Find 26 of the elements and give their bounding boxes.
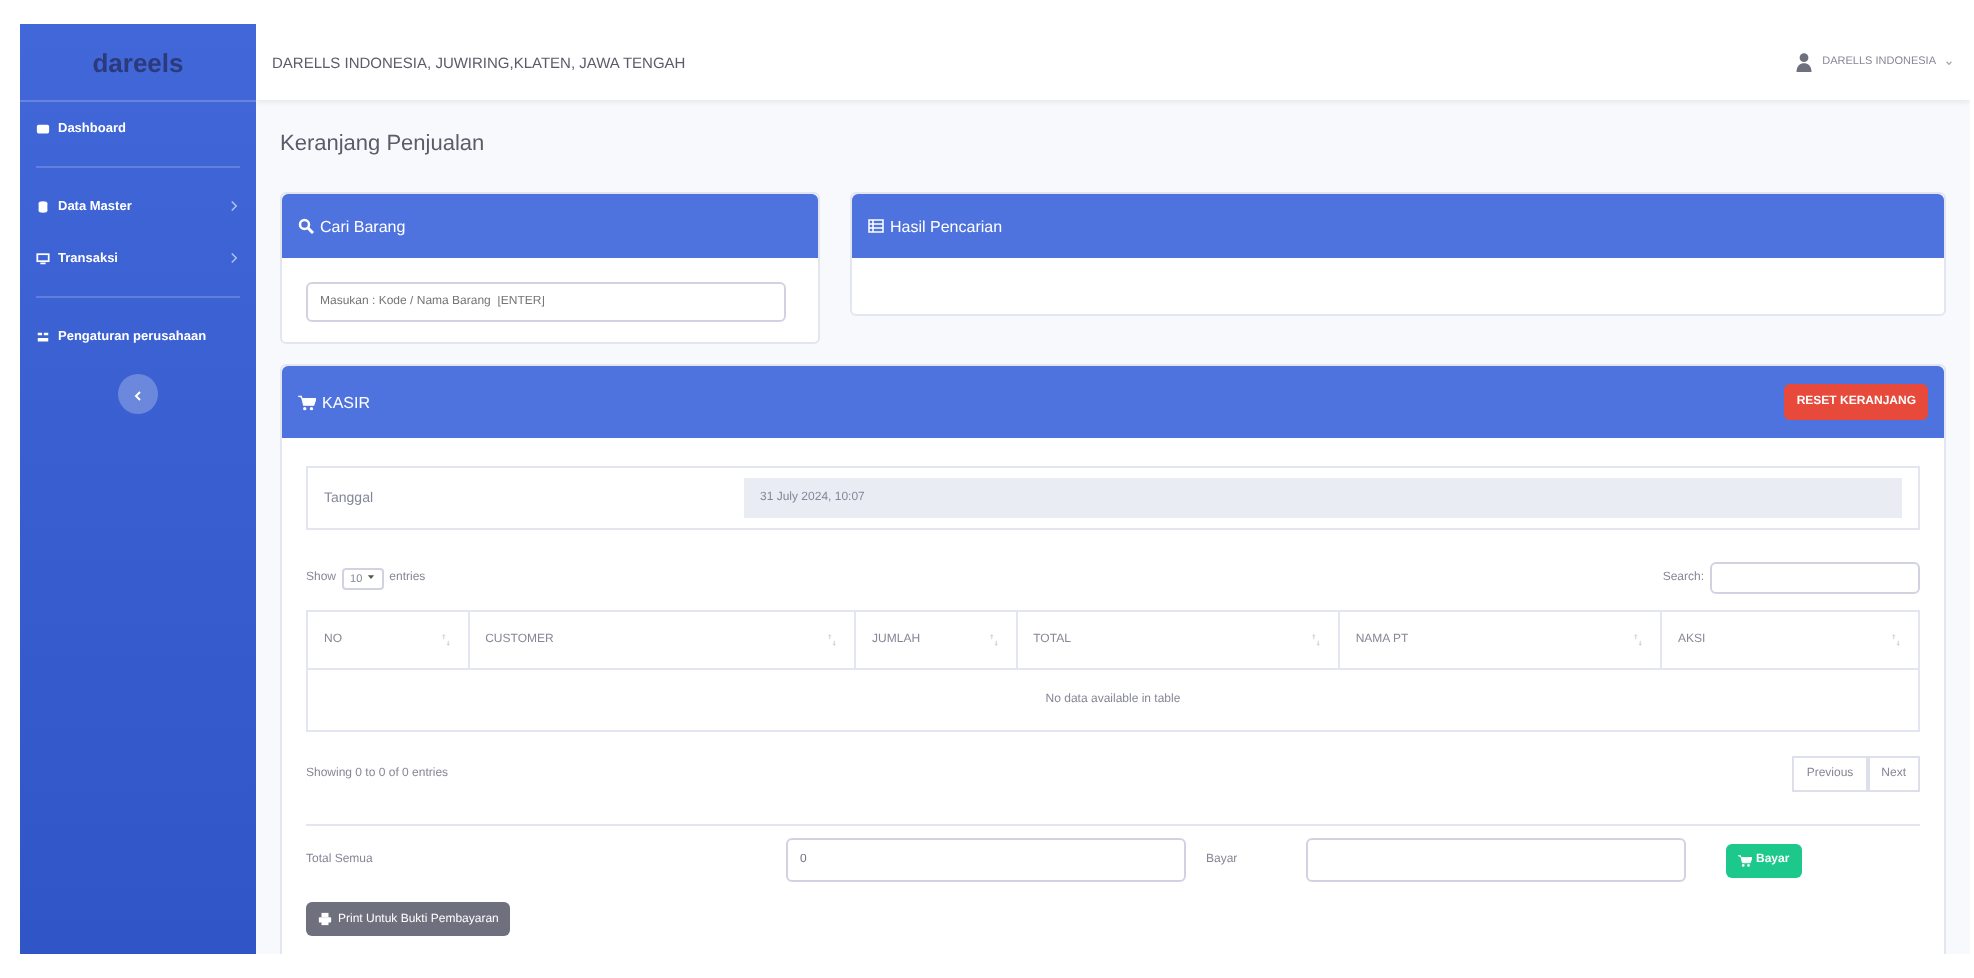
- card-title: Cari Barang: [320, 217, 406, 235]
- chevron-icon: [130, 387, 146, 403]
- sidebar-toggle-button[interactable]: [118, 374, 158, 414]
- sort-icon: [439, 634, 452, 646]
- search-icon: [298, 218, 314, 234]
- card-title: KASIR: [322, 393, 371, 411]
- sort-icon: [826, 634, 839, 646]
- caret-icon: [1944, 57, 1954, 67]
- page-title: Keranjang Penjualan: [280, 132, 487, 156]
- card-title: Hasil Pencarian: [890, 217, 1003, 235]
- chevron-icon: [228, 252, 240, 264]
- pay-field[interactable]: [1306, 838, 1686, 882]
- user-icon: [1794, 52, 1815, 72]
- sort-icon: [1890, 634, 1902, 646]
- cart-icon: [298, 393, 316, 411]
- caret-icon: [365, 571, 376, 581]
- sort-icon: [987, 634, 1000, 646]
- table-icon: [868, 218, 884, 234]
- chevron-icon: [228, 200, 240, 212]
- sort-icon: [1632, 634, 1644, 646]
- cart-icon: [1738, 853, 1752, 867]
- sort-icon: [1309, 634, 1322, 646]
- table-search-field[interactable]: [1710, 562, 1920, 594]
- printer-icon: [318, 912, 332, 926]
- monitor-icon: [36, 251, 50, 265]
- database-icon: [36, 199, 50, 213]
